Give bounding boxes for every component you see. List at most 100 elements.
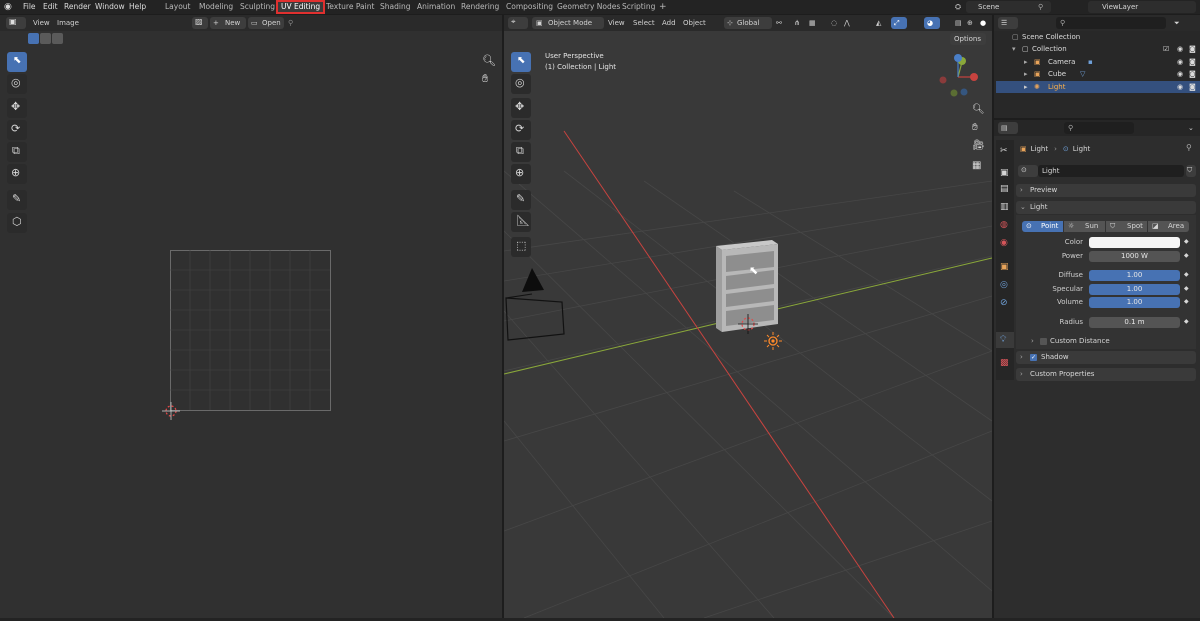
pivot-icon[interactable]: ⚯ [776, 17, 782, 29]
properties-options-icon[interactable]: ⌄ [1188, 122, 1194, 134]
diffuse-slider[interactable]: 1.00 [1089, 270, 1180, 281]
volume-slider[interactable]: 1.00 [1089, 297, 1180, 308]
render-tab-icon[interactable]: ▣ [1000, 168, 1009, 178]
collection-render-icon[interactable]: ◙ [1189, 43, 1196, 55]
specular-slider[interactable]: 1.00 [1089, 284, 1180, 295]
viewport-menu-object[interactable]: Object [683, 17, 706, 29]
tab-geometry-nodes[interactable]: Geometry Nodes [557, 0, 620, 14]
viewport-tool-measure[interactable]: 📐︎ [511, 212, 531, 232]
light-type-spot-button[interactable]: ⛉ Spot [1106, 221, 1147, 232]
camera-expand-icon[interactable]: ▸ [1024, 56, 1028, 68]
properties-search-input[interactable]: ⚲ [1064, 122, 1134, 134]
viewport-menu-add[interactable]: Add [662, 17, 676, 29]
menu-window[interactable]: Window [95, 0, 125, 14]
viewport-menu-view[interactable]: View [608, 17, 625, 29]
camera-visibility-icon[interactable]: ◉ [1177, 56, 1183, 68]
light-type-area-button[interactable]: ◪ Area [1148, 221, 1189, 232]
shadow-panel-header[interactable]: › ✓ Shadow [1016, 351, 1196, 364]
camera-render-icon[interactable]: ◙ [1189, 56, 1196, 68]
light-render-icon[interactable]: ◙ [1189, 81, 1196, 93]
shadow-checkbox[interactable]: ✓ [1030, 354, 1037, 361]
viewport-zoom-icon[interactable]: 🔍︎ [972, 104, 985, 115]
tool-scale[interactable]: ⧉ [7, 142, 27, 162]
light-data-tab[interactable]: 💡︎ [996, 332, 1014, 348]
3d-cursor-icon[interactable] [738, 314, 758, 334]
tab-compositing[interactable]: Compositing [506, 0, 553, 14]
outliner-camera-row[interactable]: ▸ ▣ Camera ▪ ◉ ◙ [996, 56, 1200, 68]
navigation-gizmo[interactable] [934, 52, 980, 102]
menu-help[interactable]: Help [129, 0, 146, 14]
camera-view-icon[interactable]: 🎥︎ [972, 140, 985, 151]
light-type-sun-button[interactable]: ☼ Sun [1064, 221, 1105, 232]
tab-layout[interactable]: Layout [165, 0, 191, 14]
cube-visibility-icon[interactable]: ◉ [1177, 68, 1183, 80]
menu-file[interactable]: File [23, 0, 36, 14]
outliner-filter-dropdown[interactable] [1028, 17, 1036, 29]
viewport-tool-annotate[interactable]: ✎ [511, 190, 531, 210]
viewport-tool-scale[interactable]: ⧉ [511, 142, 531, 162]
new-image-button[interactable]: + New [210, 17, 246, 29]
specular-keyframe-icon[interactable]: ◆ [1184, 285, 1189, 292]
viewport-tool-add-cube[interactable]: ⬚ [511, 237, 531, 257]
menu-render[interactable]: Render [64, 0, 91, 14]
collection-checkbox-icon[interactable]: ☑ [1163, 43, 1169, 55]
cube-expand-icon[interactable]: ▸ [1024, 68, 1028, 80]
menu-image[interactable]: Image [57, 17, 79, 29]
menu-view[interactable]: View [33, 17, 50, 29]
viewport-hand-icon[interactable]: ✋︎ [972, 122, 978, 133]
face-select-icon[interactable] [52, 33, 63, 44]
tool-grab[interactable]: ⬡ [7, 213, 27, 233]
viewport-tool-rotate[interactable]: ⟳ [511, 120, 531, 140]
pin-image-icon[interactable]: ⚲ [288, 17, 293, 29]
proportional-edit-icon[interactable]: ◌ [831, 17, 837, 29]
light-panel-header[interactable]: ⌄ Light [1016, 201, 1196, 214]
tool-tab-icon[interactable]: ✂ [1000, 146, 1008, 156]
physics-tab-icon[interactable]: ◎ [1000, 280, 1008, 290]
viewport-tool-cursor[interactable]: ◎ [511, 74, 531, 94]
falloff-icon[interactable]: ⋀ [844, 17, 850, 29]
outliner-search-input[interactable]: ⚲ [1056, 17, 1166, 29]
view-layer-selector[interactable]: ViewLayer [1088, 1, 1196, 13]
outliner-cube-row[interactable]: ▸ ▣ Cube ▽ ◉ ◙ [996, 68, 1200, 80]
tool-select-box[interactable]: ⬉ [7, 52, 27, 72]
image-browse-button[interactable]: ▨ [192, 17, 208, 29]
outliner-collection-row[interactable]: ▾ ▢ Collection ☑ ◉ ◙ [996, 43, 1200, 55]
edge-select-icon[interactable] [40, 33, 51, 44]
filter-icon[interactable]: ⏷ [1174, 17, 1180, 29]
tab-shading[interactable]: Shading [380, 0, 410, 14]
shading-wireframe-icon[interactable]: ⊕ [967, 17, 973, 29]
mode-dropdown[interactable]: ▣ Object Mode [532, 17, 604, 29]
editor-type-button[interactable]: ▣ [6, 17, 26, 29]
viewport-editor-type-button[interactable]: ⌖ [508, 17, 528, 29]
tool-move[interactable]: ✥ [7, 98, 27, 118]
menu-edit[interactable]: Edit [43, 0, 58, 14]
radius-keyframe-icon[interactable]: ◆ [1184, 318, 1189, 325]
light-visibility-icon[interactable]: ◉ [1177, 81, 1183, 93]
camera-data-icon[interactable]: ▪ [1088, 56, 1093, 68]
tab-modeling[interactable]: Modeling [199, 0, 233, 14]
pin-properties-icon[interactable]: ⚲ [1186, 143, 1192, 152]
custom-properties-panel-header[interactable]: › Custom Properties [1016, 368, 1196, 381]
cube-mesh-icon[interactable]: ▽ [1080, 68, 1085, 80]
output-tab-icon[interactable]: ▤ [1000, 184, 1009, 194]
transform-orientation-dropdown[interactable]: ⊹ Global [724, 17, 772, 29]
custom-distance-subpanel[interactable]: › Custom Distance [1026, 335, 1192, 347]
hand-icon[interactable]: ✋︎ [482, 72, 488, 86]
texture-tab-icon[interactable]: ▩ [1000, 358, 1009, 368]
fake-user-button[interactable]: ⛉ [1186, 165, 1196, 177]
scene-tab-icon[interactable]: ◍ [1000, 220, 1008, 230]
tab-uv-editing[interactable]: UV Editing [276, 0, 326, 14]
tab-rendering[interactable]: Rendering [461, 0, 499, 14]
ortho-grid-icon[interactable]: ▦ [972, 160, 981, 171]
scene-selector[interactable]: Scene ⚲ [966, 1, 1051, 13]
radius-field[interactable]: 0.1 m [1089, 317, 1180, 328]
tab-animation[interactable]: Animation [417, 0, 455, 14]
viewport-tool-transform[interactable]: ⊕ [511, 164, 531, 184]
light-datablock-browse[interactable]: ⊙ [1018, 165, 1038, 177]
constraints-tab-icon[interactable]: ⊘ [1000, 298, 1008, 308]
light-type-point-button[interactable]: ⊙ Point [1022, 221, 1063, 232]
outliner-editor-type-button[interactable]: ☰ [998, 17, 1018, 29]
add-workspace-button[interactable]: + [659, 0, 667, 14]
tab-texture-paint[interactable]: Texture Paint [326, 0, 374, 14]
cube-render-icon[interactable]: ◙ [1189, 68, 1196, 80]
